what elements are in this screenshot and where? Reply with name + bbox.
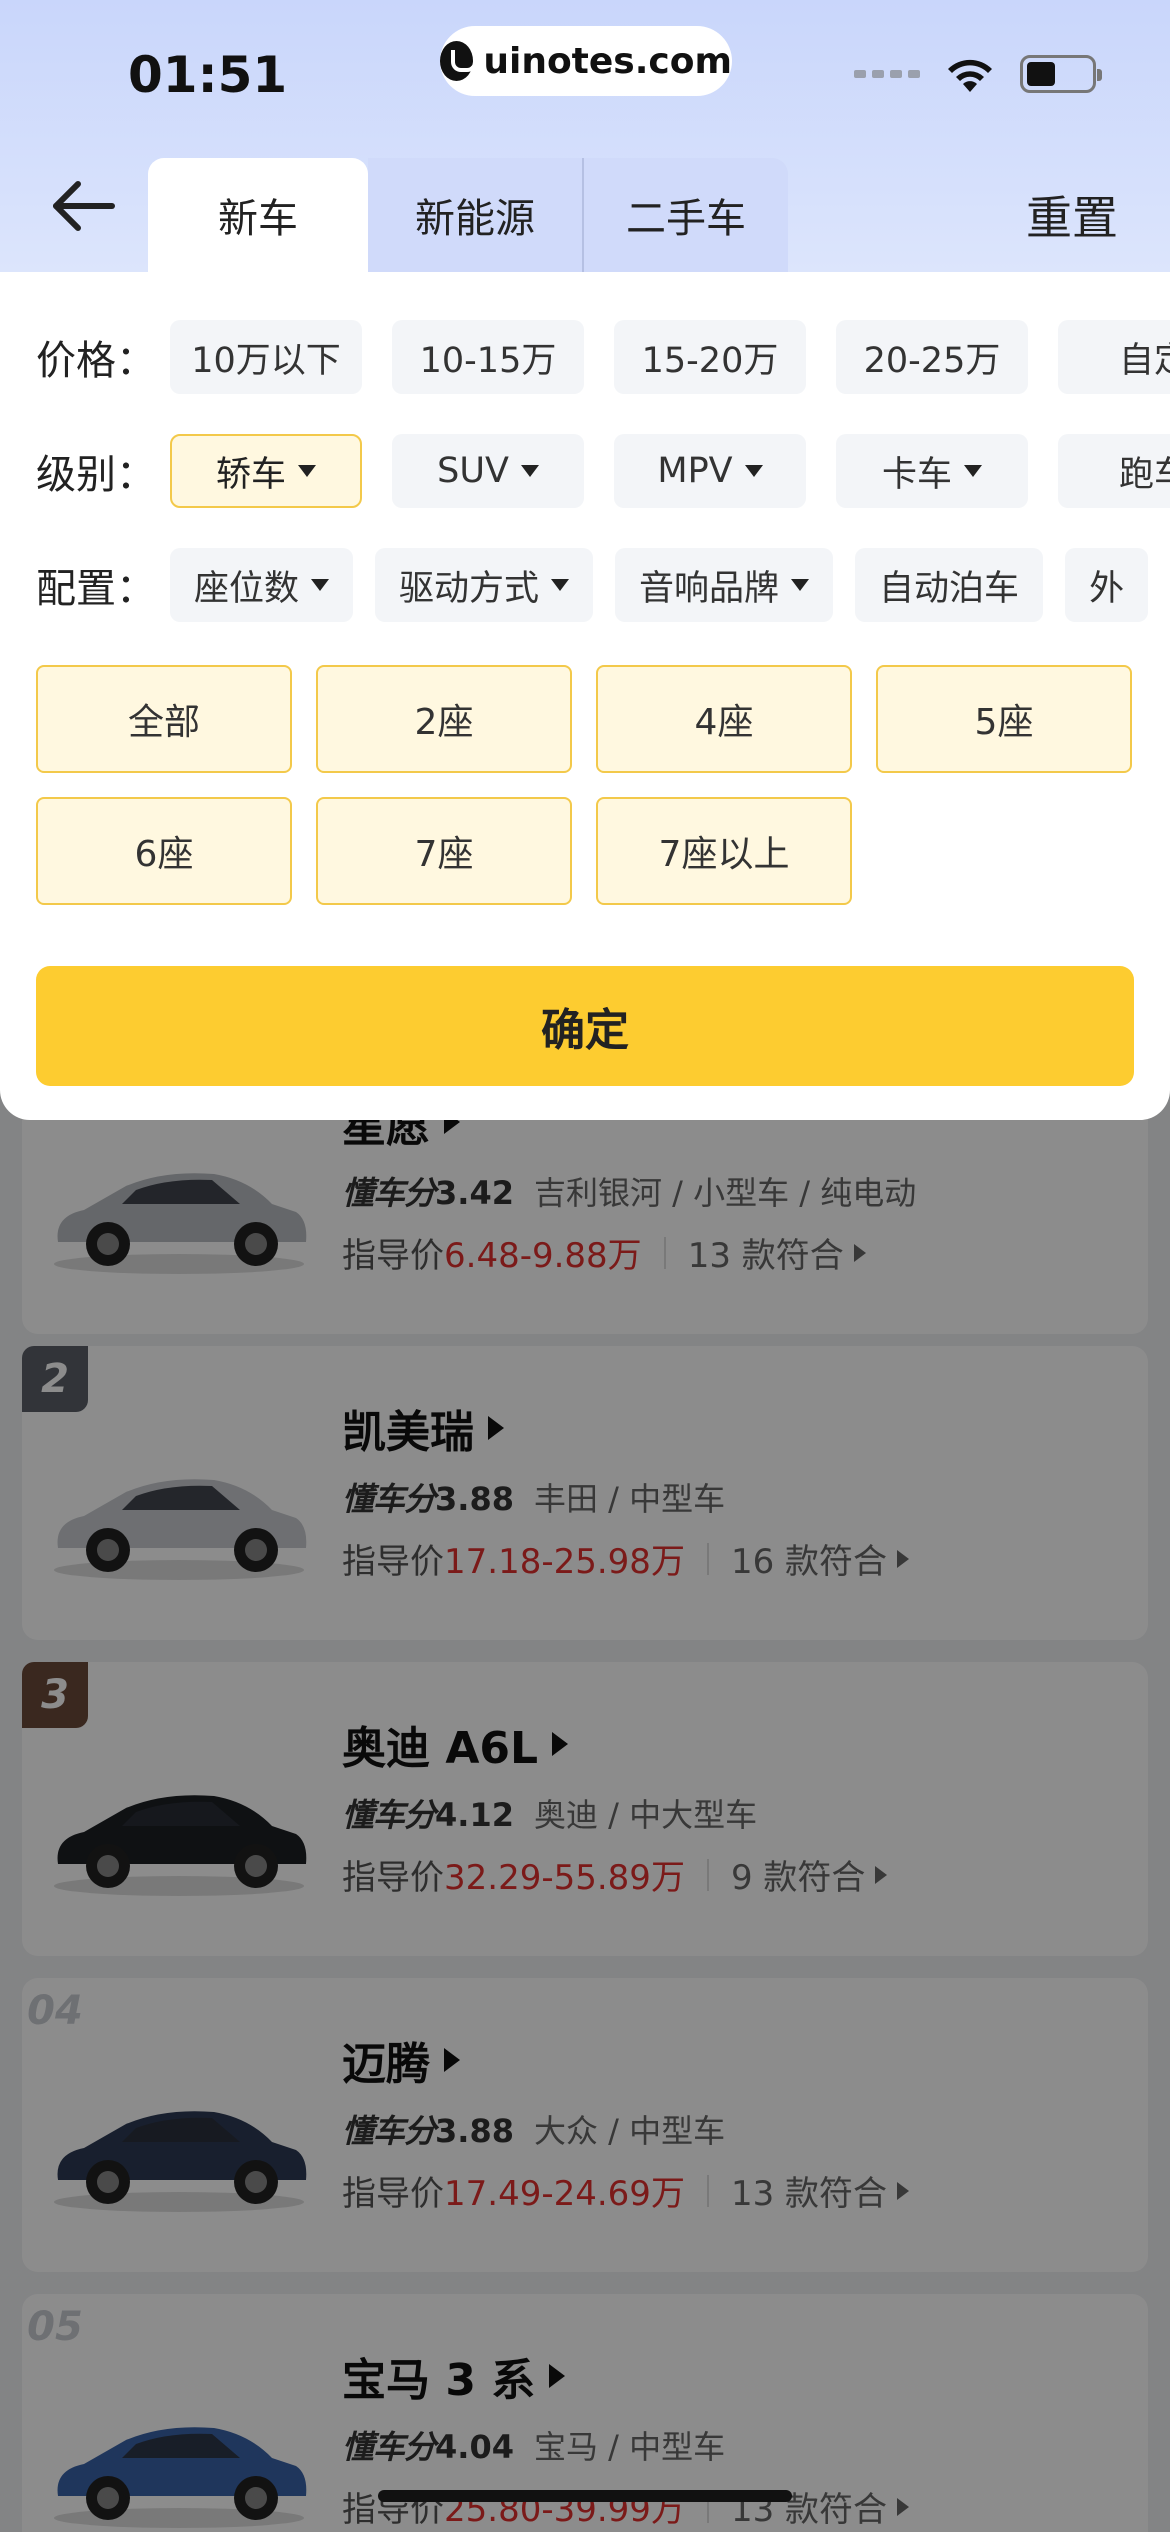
url-text: uinotes.com	[483, 40, 732, 82]
tab-new-energy[interactable]: 新能源	[368, 158, 582, 272]
reset-button[interactable]: 重置	[1026, 182, 1118, 248]
home-indicator	[378, 2490, 792, 2502]
header: 01:51 uinotes.com 新车 新能源 二手车 重置	[0, 0, 1170, 272]
price-chips: 10万以下 10-15万 15-20万 20-25万 自定	[170, 320, 1170, 394]
price-chip-label: 自定	[1118, 340, 1170, 381]
tab-used-car[interactable]: 二手车	[582, 158, 788, 272]
caret-down-icon	[551, 579, 570, 591]
level-filter-row: 级别： 轿车 SUV MPV 卡车 跑车	[0, 434, 1170, 508]
price-chip[interactable]: 15-20万	[614, 320, 806, 394]
config-chip-label: 座位数	[194, 568, 300, 609]
seat-option[interactable]: 5座	[876, 665, 1132, 773]
level-chips: 轿车 SUV MPV 卡车 跑车	[170, 434, 1170, 508]
level-chip[interactable]: SUV	[392, 434, 584, 508]
config-chip[interactable]: 座位数	[170, 548, 354, 622]
wifi-icon	[948, 59, 992, 92]
config-chip[interactable]: 音响品牌	[615, 548, 834, 622]
seat-option[interactable]: 全部	[36, 665, 292, 773]
status-icons	[854, 54, 1102, 94]
price-label: 价格：	[36, 338, 156, 384]
config-chip-label: 自动泊车	[879, 568, 1020, 609]
seat-option[interactable]: 6座	[36, 797, 292, 905]
caret-down-icon	[964, 465, 982, 477]
price-chip-label: 10-15万	[419, 340, 557, 381]
url-pill[interactable]: uinotes.com	[440, 26, 732, 96]
category-tabs: 新车 新能源 二手车	[148, 158, 788, 272]
level-chip-label: 跑车	[1118, 454, 1170, 495]
config-chip[interactable]: 外	[1065, 548, 1149, 622]
level-chip-label: 轿车	[215, 454, 286, 495]
battery-icon	[1020, 55, 1102, 93]
seat-option[interactable]: 2座	[316, 665, 572, 773]
config-filter-row: 配置： 座位数 驱动方式 音响品牌 自动泊车 外	[0, 548, 1170, 622]
level-chip-label: MPV	[657, 451, 733, 491]
caret-down-icon	[744, 465, 763, 477]
seat-option[interactable]: 4座	[596, 665, 852, 773]
status-time: 01:51	[128, 46, 288, 104]
site-logo-icon	[440, 41, 478, 81]
back-arrow-icon[interactable]	[48, 176, 118, 236]
price-chip-label: 15-20万	[641, 340, 779, 381]
level-chip-label: SUV	[437, 451, 509, 491]
config-chip-label: 外	[1089, 568, 1125, 609]
level-chip[interactable]: 卡车	[836, 434, 1028, 508]
level-chip[interactable]: 跑车	[1058, 434, 1170, 508]
price-chip-label: 20-25万	[863, 340, 1001, 381]
caret-down-icon	[791, 579, 810, 591]
level-label: 级别：	[36, 452, 156, 498]
price-chip[interactable]: 20-25万	[836, 320, 1028, 394]
price-chip[interactable]: 自定	[1058, 320, 1170, 394]
config-label: 配置：	[36, 566, 156, 612]
tab-new-car[interactable]: 新车	[148, 158, 368, 272]
filter-sheet: 价格： 10万以下 10-15万 15-20万 20-25万 自定 级别： 轿车 SUV M…	[0, 272, 1170, 1120]
seat-option[interactable]: 7座以上	[596, 797, 852, 905]
caret-down-icon	[311, 579, 330, 591]
config-chip-label: 音响品牌	[639, 568, 780, 609]
price-chip[interactable]: 10-15万	[392, 320, 584, 394]
seat-option[interactable]: 7座	[316, 797, 572, 905]
caret-down-icon	[520, 465, 539, 477]
cellular-signal-icon	[854, 70, 920, 78]
level-chip-label: 卡车	[881, 454, 952, 495]
level-chip[interactable]: MPV	[614, 434, 806, 508]
price-filter-row: 价格： 10万以下 10-15万 15-20万 20-25万 自定	[0, 320, 1170, 394]
level-chip[interactable]: 轿车	[170, 434, 362, 508]
price-chip[interactable]: 10万以下	[170, 320, 362, 394]
config-chip[interactable]: 驱动方式	[375, 548, 594, 622]
config-chip-label: 驱动方式	[399, 568, 540, 609]
price-chip-label: 10万以下	[191, 340, 341, 381]
config-chip[interactable]: 自动泊车	[855, 548, 1044, 622]
confirm-button[interactable]: 确定	[36, 966, 1134, 1086]
config-chips: 座位数 驱动方式 音响品牌 自动泊车 外	[170, 548, 1149, 622]
caret-down-icon	[298, 465, 316, 477]
